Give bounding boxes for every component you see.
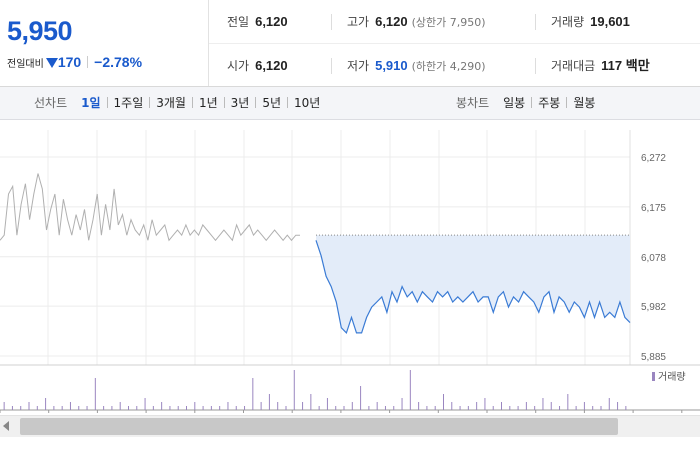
y-tick-label: 5,885 [641,352,666,363]
y-tick-label: 6,175 [641,203,666,214]
candle-chart-label: 봉차트 [456,96,490,110]
quote-trade-value: 거래대금 117 백만 [551,44,650,87]
divider [149,97,151,108]
series-area-current-session [316,235,630,333]
current-price: 5,950 [7,16,73,46]
quote-label: 저가 [347,59,370,73]
volume-legend-label: 거래량 [658,371,686,383]
chart-period-tabs: 선차트 1일 1주일 3개월 1년 3년 5년 10년 봉차트 일봉 주봉 월봉 [0,87,700,120]
quote-high: 고가 6,120 (상한가 7,950) [347,0,486,43]
quote-row: 전일 6,120 고가 6,120 (상한가 7,950) 거래량 19,601 [209,0,700,43]
tab-3y[interactable]: 3년 [227,96,254,110]
divider [106,97,108,108]
quote-label: 전일 [227,15,250,29]
volume-legend-swatch [652,372,655,381]
change-label: 전일대비 [7,59,44,70]
quote-value: 5,910 [375,58,408,73]
down-triangle-icon [45,58,58,68]
divider [331,14,332,30]
tab-1w[interactable]: 1주일 [110,96,148,110]
tab-5y[interactable]: 5년 [258,96,285,110]
tab-3m[interactable]: 3개월 [152,96,190,110]
line-chart-label: 선차트 [34,96,68,110]
quote-sub: (상한가 7,950) [411,16,486,29]
tab-1y[interactable]: 1년 [195,96,222,110]
tab-1d[interactable]: 1일 [77,96,104,110]
divider [287,97,289,108]
quote-grid: 전일 6,120 고가 6,120 (상한가 7,950) 거래량 19,601 시가 6… [209,0,700,86]
divider [331,58,332,74]
quote-label: 거래대금 [551,59,596,73]
quote-sub: (하한가 4,290) [411,60,486,73]
price-box: 5,950 전일대비 170 −2.78% [0,0,209,86]
divider [223,97,225,108]
y-tick-label: 5,982 [641,302,666,313]
quote-value: 6,120 [255,14,288,29]
chart-scrollbar[interactable] [0,415,700,438]
divider [531,97,533,108]
quote-label: 시가 [227,59,250,73]
quote-value: 117 백만 [601,58,650,73]
candle-chart-tabs: 봉차트 일봉 주봉 월봉 [456,87,599,119]
quote-label: 고가 [347,15,370,29]
divider [535,58,536,74]
scroll-thumb[interactable] [20,418,618,435]
tab-weekly-candle[interactable]: 주봉 [534,96,564,110]
quote-value: 6,120 [255,58,288,73]
divider [87,56,89,68]
footer-space [0,437,700,450]
change-row: 전일대비 170 −2.78% [7,54,142,70]
divider [191,97,193,108]
quote-low: 저가 5,910 (하한가 4,290) [347,44,486,87]
quote-open: 시가 6,120 [227,44,288,87]
change-percent: −2.78% [94,54,143,70]
y-tick-label: 6,078 [641,253,666,264]
scroll-left-icon[interactable] [3,421,9,431]
tab-10y[interactable]: 10년 [290,96,324,110]
quote-prev-close: 전일 6,120 [227,0,288,43]
divider [255,97,257,108]
quote-summary: 5,950 전일대비 170 −2.78% 전일 6,120 고가 6,120 (상한가 … [0,0,700,87]
quote-label: 거래량 [551,15,585,29]
divider [566,97,568,108]
divider [535,14,536,30]
line-chart-tabs: 선차트 1일 1주일 3개월 1년 3년 5년 10년 [34,87,324,119]
quote-row: 시가 6,120 저가 5,910 (하한가 4,290) 거래대금 117 백만 [209,43,700,87]
quote-volume: 거래량 19,601 [551,0,630,43]
quote-value: 19,601 [590,14,630,29]
quote-value: 6,120 [375,14,408,29]
y-tick-label: 6,272 [641,153,666,164]
tab-monthly-candle[interactable]: 월봉 [569,96,599,110]
tab-daily-candle[interactable]: 일봉 [499,96,529,110]
change-value: 170 [57,54,82,70]
price-chart: 6,272 6,175 6,078 5,982 5,885 거래량 [0,130,700,413]
